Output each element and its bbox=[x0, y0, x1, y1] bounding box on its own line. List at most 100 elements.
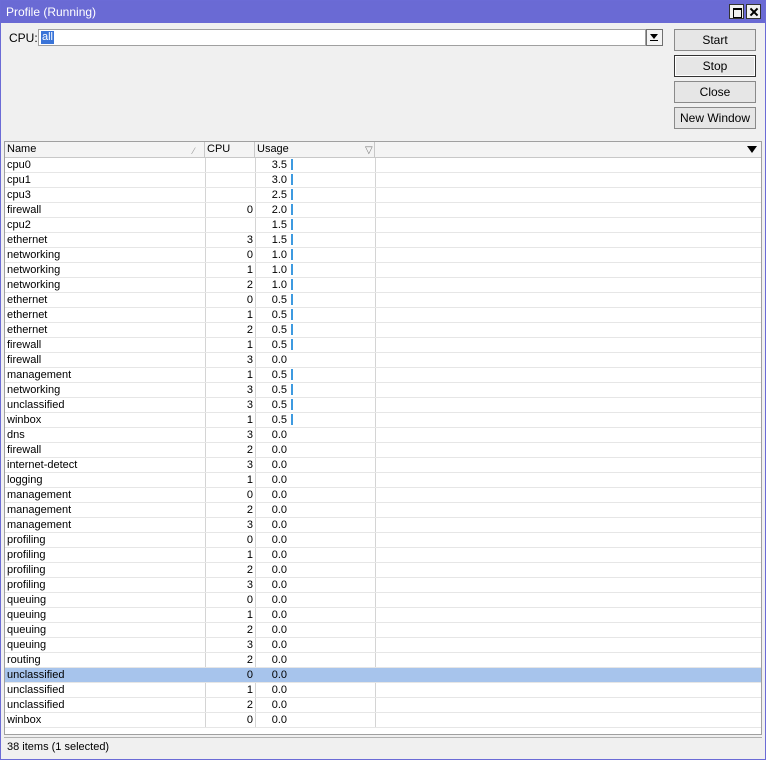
cell-usage: 1.0 bbox=[271, 279, 287, 291]
cell-usage: 1.0 bbox=[271, 264, 287, 276]
cell-usage: 0.0 bbox=[271, 654, 287, 666]
cell-cpu: 1 bbox=[246, 369, 253, 381]
cell-cpu: 1 bbox=[246, 549, 253, 561]
cell-cpu: 2 bbox=[246, 504, 253, 516]
start-button[interactable]: Start bbox=[674, 29, 756, 51]
cell-name: unclassified bbox=[7, 699, 65, 711]
cell-usage: 0.0 bbox=[271, 549, 287, 561]
title-bar[interactable]: Profile (Running) bbox=[1, 1, 765, 23]
table-row[interactable]: networking 2 1.0 bbox=[5, 278, 761, 293]
cell-cpu: 1 bbox=[246, 309, 253, 321]
cell-cpu: 3 bbox=[246, 639, 253, 651]
dropdown-icon[interactable] bbox=[646, 29, 663, 46]
cell-cpu: 3 bbox=[246, 399, 253, 411]
cell-cpu: 0 bbox=[246, 249, 253, 261]
table-row[interactable]: dns 3 0.0 bbox=[5, 428, 761, 443]
table-row[interactable]: internet-detect 3 0.0 bbox=[5, 458, 761, 473]
table-row[interactable]: networking 3 0.5 bbox=[5, 383, 761, 398]
cell-cpu: 2 bbox=[246, 654, 253, 666]
table-row[interactable]: firewall 0 2.0 bbox=[5, 203, 761, 218]
table-row[interactable]: routing 2 0.0 bbox=[5, 653, 761, 668]
cell-name: cpu1 bbox=[7, 174, 31, 186]
cell-usage: 0.0 bbox=[271, 609, 287, 621]
table-row[interactable]: ethernet 2 0.5 bbox=[5, 323, 761, 338]
stop-button[interactable]: Stop bbox=[674, 55, 756, 77]
usage-bar bbox=[291, 339, 293, 350]
table-row[interactable]: queuing 2 0.0 bbox=[5, 623, 761, 638]
table-row[interactable]: winbox 1 0.5 bbox=[5, 413, 761, 428]
table-row[interactable]: firewall 3 0.0 bbox=[5, 353, 761, 368]
cell-cpu: 3 bbox=[246, 429, 253, 441]
cell-name: cpu0 bbox=[7, 159, 31, 171]
profile-table: Name ⁄ CPU Usage ▽ cpu0 3.5 cpu1 3.0 cpu3 2.5… bbox=[4, 141, 762, 735]
table-row[interactable]: ethernet 1 0.5 bbox=[5, 308, 761, 323]
table-row[interactable]: unclassified 0 0.0 bbox=[5, 668, 761, 683]
column-header-name[interactable]: Name ⁄ bbox=[5, 142, 205, 158]
cell-cpu: 1 bbox=[246, 264, 253, 276]
column-header-cpu[interactable]: CPU bbox=[205, 142, 255, 158]
cell-name: management bbox=[7, 369, 72, 381]
table-row[interactable]: management 3 0.0 bbox=[5, 518, 761, 533]
table-row[interactable]: cpu0 3.5 bbox=[5, 158, 761, 173]
cell-name: ethernet bbox=[7, 234, 48, 246]
cell-usage: 0.0 bbox=[271, 429, 287, 441]
table-row[interactable]: unclassified 1 0.0 bbox=[5, 683, 761, 698]
cell-cpu: 2 bbox=[246, 279, 253, 291]
table-row[interactable]: cpu1 3.0 bbox=[5, 173, 761, 188]
new-window-button[interactable]: New Window bbox=[674, 107, 756, 129]
table-row[interactable]: winbox 0 0.0 bbox=[5, 713, 761, 728]
cpu-select[interactable]: all bbox=[38, 29, 646, 46]
usage-bar bbox=[291, 159, 293, 170]
cell-cpu: 1 bbox=[246, 414, 253, 426]
usage-bar bbox=[291, 189, 293, 200]
table-row[interactable]: firewall 2 0.0 bbox=[5, 443, 761, 458]
table-row[interactable]: management 2 0.0 bbox=[5, 503, 761, 518]
cell-usage: 0.0 bbox=[271, 639, 287, 651]
table-row[interactable]: logging 1 0.0 bbox=[5, 473, 761, 488]
table-row[interactable]: profiling 3 0.0 bbox=[5, 578, 761, 593]
cell-cpu: 3 bbox=[246, 234, 253, 246]
cell-cpu: 2 bbox=[246, 444, 253, 456]
column-header-empty bbox=[375, 142, 761, 158]
table-row[interactable]: profiling 0 0.0 bbox=[5, 533, 761, 548]
cell-name: profiling bbox=[7, 549, 46, 561]
table-row[interactable]: profiling 1 0.0 bbox=[5, 548, 761, 563]
cell-name: firewall bbox=[7, 204, 42, 216]
table-row[interactable]: queuing 3 0.0 bbox=[5, 638, 761, 653]
table-row[interactable]: firewall 1 0.5 bbox=[5, 338, 761, 353]
cell-usage: 0.0 bbox=[271, 684, 287, 696]
cell-usage: 0.0 bbox=[271, 534, 287, 546]
table-row[interactable]: management 0 0.0 bbox=[5, 488, 761, 503]
table-row[interactable]: unclassified 3 0.5 bbox=[5, 398, 761, 413]
column-header-usage[interactable]: Usage ▽ bbox=[255, 142, 375, 158]
table-row[interactable]: networking 1 1.0 bbox=[5, 263, 761, 278]
column-chooser-dropdown-icon[interactable] bbox=[747, 146, 757, 153]
table-row[interactable]: management 1 0.5 bbox=[5, 368, 761, 383]
table-row[interactable]: queuing 0 0.0 bbox=[5, 593, 761, 608]
table-row[interactable]: queuing 1 0.0 bbox=[5, 608, 761, 623]
cell-name: logging bbox=[7, 474, 43, 486]
cell-name: ethernet bbox=[7, 294, 48, 306]
table-row[interactable]: ethernet 0 0.5 bbox=[5, 293, 761, 308]
table-row[interactable]: networking 0 1.0 bbox=[5, 248, 761, 263]
cell-cpu: 0 bbox=[246, 714, 253, 726]
close-button[interactable]: Close bbox=[674, 81, 756, 103]
cell-usage: 0.5 bbox=[271, 339, 287, 351]
cell-cpu: 1 bbox=[246, 609, 253, 621]
table-row[interactable]: cpu3 2.5 bbox=[5, 188, 761, 203]
usage-bar bbox=[291, 369, 293, 380]
usage-bar bbox=[291, 279, 293, 290]
cell-cpu: 0 bbox=[246, 294, 253, 306]
table-row[interactable]: unclassified 2 0.0 bbox=[5, 698, 761, 713]
table-row[interactable]: ethernet 3 1.5 bbox=[5, 233, 761, 248]
cell-usage: 0.0 bbox=[271, 504, 287, 516]
cell-usage: 0.0 bbox=[271, 714, 287, 726]
close-icon[interactable] bbox=[746, 4, 761, 19]
maximize-icon[interactable] bbox=[729, 4, 744, 19]
cell-cpu: 0 bbox=[246, 204, 253, 216]
table-row[interactable]: profiling 2 0.0 bbox=[5, 563, 761, 578]
cell-name: ethernet bbox=[7, 309, 48, 321]
table-row[interactable]: cpu2 1.5 bbox=[5, 218, 761, 233]
profile-window: Profile (Running) CPU: all Start Stop Cl… bbox=[0, 0, 766, 760]
cell-cpu: 1 bbox=[246, 339, 253, 351]
